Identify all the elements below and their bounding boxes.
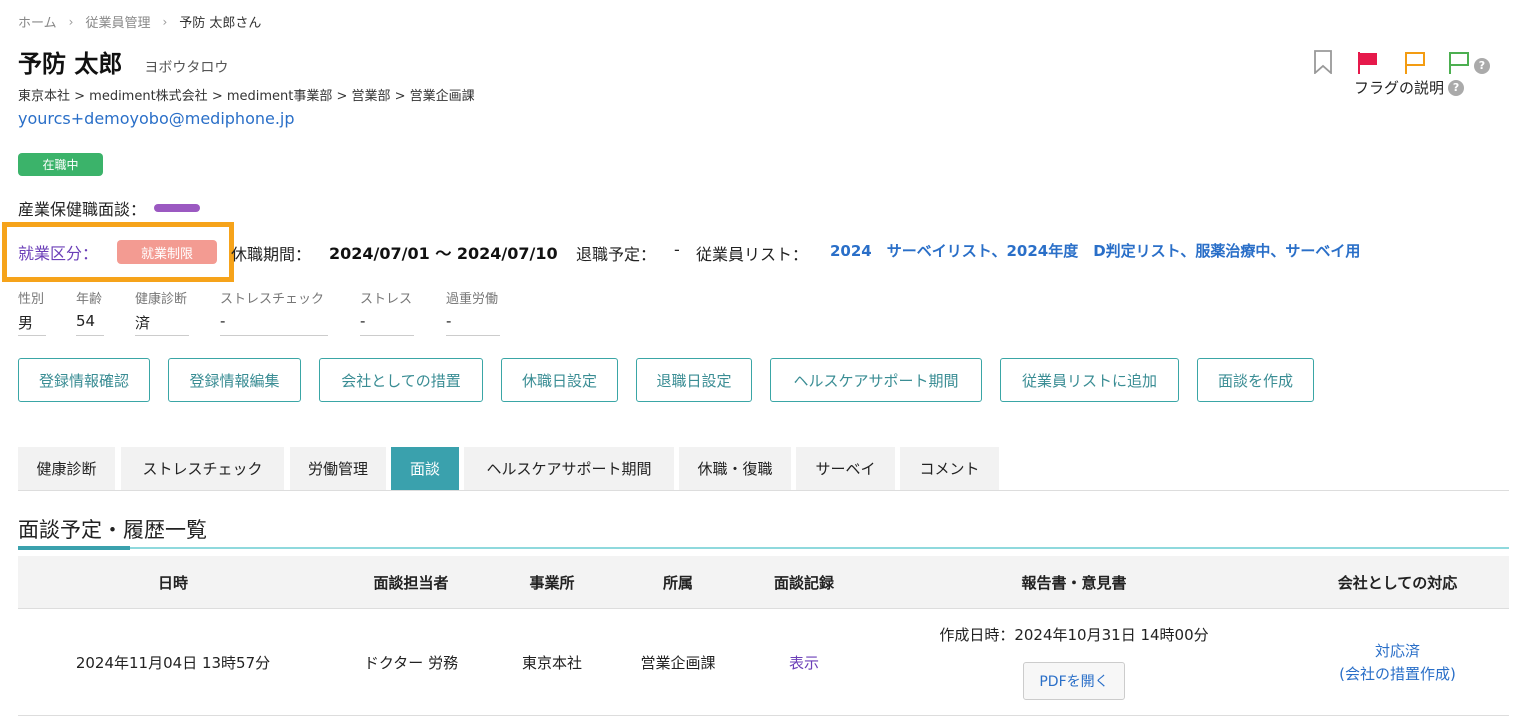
- cell-staff: ドクター 労務: [363, 654, 459, 672]
- counseling-indicator: [154, 204, 201, 212]
- tab-labor-management[interactable]: 労働管理: [290, 447, 386, 490]
- info-value: -: [360, 312, 414, 336]
- breadcrumb-separator: ›: [68, 14, 74, 29]
- info-label: ストレスチェック: [220, 292, 325, 307]
- breadcrumb-current: 予防 太郎さん: [179, 16, 262, 31]
- column-header-datetime: 日時: [157, 574, 188, 592]
- bookmark-outline-icon[interactable]: [1313, 50, 1333, 78]
- info-gender: 性別 男: [18, 288, 46, 336]
- tab-bar: 健康診断 ストレスチェック 労働管理 面談 ヘルスケアサポート期間 休職・復職 …: [18, 447, 1509, 491]
- create-interview-button[interactable]: 面談を作成: [1197, 358, 1314, 402]
- work-status-badge: 就業制限: [117, 240, 217, 264]
- company-action-link[interactable]: (会社の措置作成): [1339, 663, 1456, 686]
- employee-list-value[interactable]: 2024 サーベイリスト、2024年度 D判定リスト、服薬治療中、サーベイ用: [830, 240, 1360, 261]
- set-retire-date-button[interactable]: 退職日設定: [636, 358, 752, 402]
- info-stress: ストレス -: [360, 288, 414, 336]
- counseling-row: 産業保健職面談：: [18, 196, 201, 220]
- report-created-date: 作成日時：2024年10月31日 14時00分: [939, 626, 1209, 644]
- work-status-label: 就業区分：: [18, 244, 99, 263]
- healthcare-support-period-button[interactable]: ヘルスケアサポート期間: [770, 358, 982, 402]
- column-header-company-action: 会社としての対応: [1337, 574, 1458, 592]
- column-header-dept: 所属: [662, 574, 693, 592]
- section-title: 面談予定・履歴一覧: [18, 518, 207, 542]
- employee-name-row: 予防 太郎 ヨボウタロウ: [18, 44, 228, 79]
- section-divider: [18, 547, 1509, 549]
- tab-leave-return[interactable]: 休職・復職: [679, 447, 791, 490]
- question-mark-icon: ?: [1448, 79, 1465, 96]
- tab-stress-check[interactable]: ストレスチェック: [121, 447, 284, 490]
- tab-comment[interactable]: コメント: [900, 447, 999, 490]
- orange-flag-icon[interactable]: [1404, 51, 1426, 79]
- employee-list-label: 従業員リスト：: [696, 245, 809, 264]
- company-measures-button[interactable]: 会社としての措置: [319, 358, 483, 402]
- company-status-link[interactable]: 対応済: [1375, 640, 1420, 663]
- employee-info-grid: 性別 男 年齢 54 健康診断 済 ストレスチェック - ストレス - 過重労働…: [0, 288, 600, 336]
- info-age: 年齢 54: [76, 288, 104, 336]
- column-header-staff: 面談担当者: [373, 574, 449, 592]
- info-label: 性別: [18, 292, 45, 307]
- breadcrumb-employee-management[interactable]: 従業員管理: [85, 12, 150, 31]
- add-to-employee-list-button[interactable]: 従業員リストに追加: [1000, 358, 1179, 402]
- employee-kana: ヨボウタロウ: [144, 60, 229, 76]
- cell-dept: 営業企画課: [640, 654, 716, 672]
- info-value: 54: [76, 312, 104, 336]
- info-value: -: [220, 312, 328, 336]
- edit-registration-button[interactable]: 登録情報編集: [168, 358, 301, 402]
- breadcrumb: ホーム › 従業員管理 › 予防 太郎さん: [18, 12, 262, 32]
- cell-datetime: 2024年11月04日 13時57分: [75, 654, 271, 672]
- tab-interview[interactable]: 面談: [391, 447, 459, 490]
- info-value: 男: [18, 312, 46, 336]
- open-pdf-button[interactable]: PDFを開く: [1023, 662, 1125, 700]
- column-header-record: 面談記録: [773, 574, 834, 592]
- column-header-report: 報告書・意見書: [1021, 574, 1127, 592]
- question-mark-icon: ?: [1474, 57, 1490, 74]
- breadcrumb-separator: ›: [162, 14, 168, 29]
- table-header: 日時 面談担当者 事業所 所属 面談記録 報告書・意見書 会社としての対応: [18, 556, 1509, 609]
- cell-company-action[interactable]: 対応済 (会社の措置作成): [1286, 609, 1509, 716]
- flag-help[interactable]: フラグの説明 ?: [1354, 77, 1465, 98]
- tab-survey[interactable]: サーベイ: [796, 447, 895, 490]
- info-label: 年齢: [76, 292, 103, 307]
- leave-period-value: 2024/07/01 〜 2024/07/10: [329, 244, 558, 263]
- employee-email-link[interactable]: yourcs+demoyobo@mediphone.jp: [18, 109, 295, 128]
- info-overwork: 過重労働 -: [446, 288, 500, 336]
- section-divider-accent: [18, 546, 130, 550]
- set-leave-date-button[interactable]: 休職日設定: [501, 358, 618, 402]
- flag-help-icon[interactable]: ?: [1474, 54, 1490, 74]
- breadcrumb-home[interactable]: ホーム: [18, 12, 57, 31]
- retire-value: -: [674, 240, 680, 259]
- employee-name: 予防 太郎: [18, 50, 123, 78]
- tab-healthcare-support[interactable]: ヘルスケアサポート期間: [464, 447, 674, 490]
- view-record-link[interactable]: 表示: [746, 609, 862, 716]
- green-flag-icon[interactable]: [1448, 51, 1470, 79]
- info-value: 済: [135, 312, 189, 336]
- red-flag-icon[interactable]: [1357, 51, 1379, 79]
- cell-office: 東京本社: [521, 654, 582, 672]
- table-row: 2024年11月04日 13時57分 ドクター 労務 東京本社 営業企画課 表示…: [18, 609, 1509, 716]
- tab-health-check[interactable]: 健康診断: [18, 447, 115, 490]
- info-stress-check: ストレスチェック -: [220, 288, 328, 336]
- cell-report: 作成日時：2024年10月31日 14時00分 PDFを開く: [862, 609, 1286, 716]
- retire-label: 退職予定：: [576, 245, 657, 264]
- org-path: 東京本社 > mediment株式会社 > mediment事業部 > 営業部 …: [18, 89, 475, 104]
- counseling-label: 産業保健職面談：: [18, 200, 147, 219]
- info-health-check: 健康診断 済: [135, 288, 189, 336]
- view-registration-button[interactable]: 登録情報確認: [18, 358, 150, 402]
- info-label: 過重労働: [446, 292, 499, 307]
- employment-status-badge: 在職中: [18, 153, 103, 176]
- info-label: ストレス: [360, 292, 413, 307]
- flag-help-label: フラグの説明: [1354, 79, 1445, 97]
- column-header-office: 事業所: [529, 574, 575, 592]
- info-label: 健康診断: [135, 292, 188, 307]
- info-value: -: [446, 312, 500, 336]
- leave-period-label: 休職期間：: [231, 245, 312, 264]
